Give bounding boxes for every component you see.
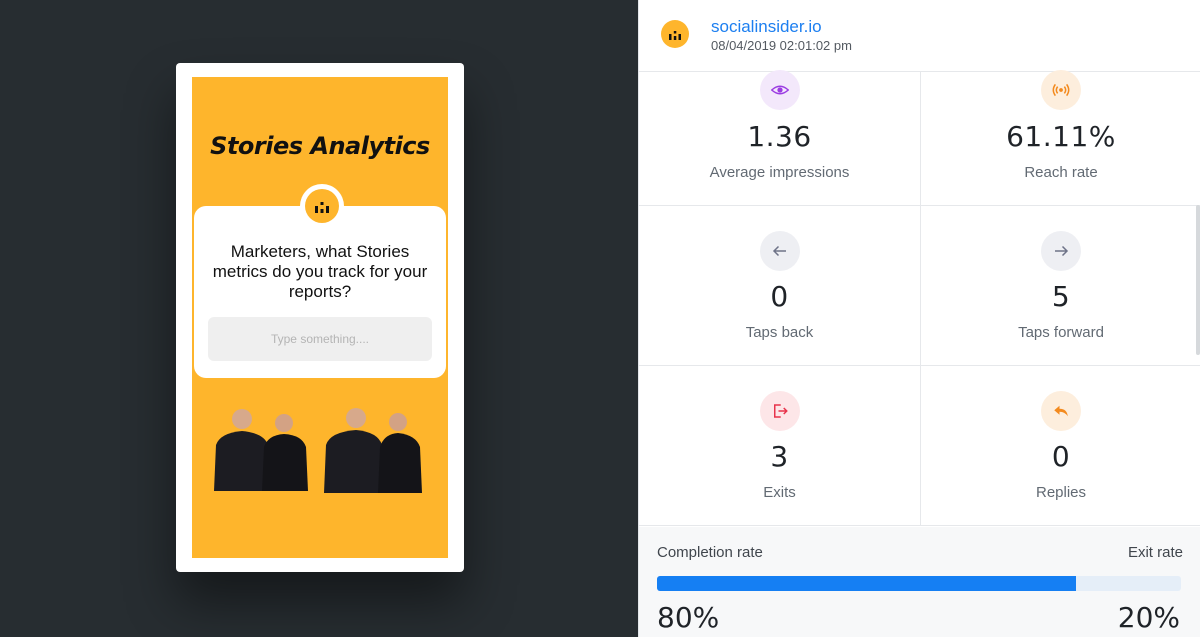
- story-canvas: Stories Analytics Marketers, what Storie…: [192, 77, 448, 558]
- exit-rate-value: 20%: [1117, 601, 1180, 634]
- metric-taps-back: 0 Taps back: [639, 206, 920, 365]
- eye-icon: [759, 70, 800, 110]
- metric-replies: 0 Replies: [920, 366, 1200, 525]
- story-preview-card: Stories Analytics Marketers, what Storie…: [176, 63, 464, 572]
- metric-exits: 3 Exits: [639, 366, 920, 525]
- metrics-grid: 1.36 Average impressions 61.11% Reach ra…: [639, 70, 1200, 526]
- metric-value: 1.36: [747, 120, 812, 153]
- account-name-link[interactable]: socialinsider.io: [711, 17, 822, 37]
- completion-rate-value: 80%: [657, 601, 720, 634]
- metric-average-impressions: 1.36 Average impressions: [639, 70, 920, 205]
- arrow-right-icon: [1041, 231, 1081, 271]
- metric-value: 0: [770, 280, 789, 313]
- question-sticker: Marketers, what Stories metrics do you t…: [194, 184, 446, 378]
- exit-icon: [759, 391, 800, 431]
- panel-header: socialinsider.io 08/04/2019 02:01:02 pm: [639, 0, 1200, 72]
- completion-progress-fill: [657, 576, 1077, 591]
- exit-rate-label: Exit rate: [1127, 544, 1183, 561]
- people-photo: [214, 408, 422, 493]
- reply-icon: [1041, 391, 1081, 431]
- metric-label: Exits: [763, 484, 796, 501]
- account-avatar: [661, 20, 689, 48]
- metric-label: Taps forward: [1018, 324, 1104, 341]
- broadcast-icon: [1041, 70, 1081, 110]
- panel-scrollbar[interactable]: [1196, 205, 1200, 355]
- metric-label: Replies: [1035, 484, 1087, 501]
- metric-label: Reach rate: [1024, 164, 1098, 181]
- question-text: Marketers, what Stories metrics do you t…: [212, 242, 428, 301]
- metric-reach-rate: 61.11% Reach rate: [920, 70, 1200, 205]
- metric-value: 5: [1051, 280, 1071, 313]
- metric-value: 3: [770, 440, 789, 473]
- metric-label: Taps back: [745, 324, 814, 341]
- socialinsider-logo-icon: [300, 184, 344, 228]
- story-title: Stories Analytics: [210, 132, 430, 160]
- metric-label: Average impressions: [709, 164, 850, 181]
- story-stats-panel: socialinsider.io 08/04/2019 02:01:02 pm …: [638, 0, 1200, 637]
- completion-rate-label: Completion rate: [657, 544, 763, 561]
- metric-value: 61.11%: [1006, 120, 1116, 153]
- metric-taps-forward: 5 Taps forward: [920, 206, 1200, 365]
- metric-value: 0: [1051, 440, 1071, 473]
- question-answer-input[interactable]: Type something....: [208, 317, 432, 361]
- post-timestamp: 08/04/2019 02:01:02 pm: [711, 38, 852, 53]
- completion-progress-bar: [657, 576, 1181, 591]
- arrow-left-icon: [759, 231, 800, 271]
